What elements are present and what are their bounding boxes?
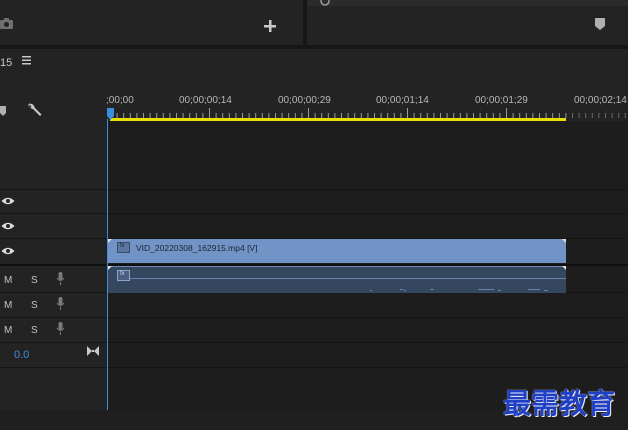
ruler-tick	[578, 113, 580, 118]
ruler-timecode: ;00;00	[106, 95, 134, 106]
ring-icon[interactable]	[319, 0, 331, 7]
eye-icon[interactable]	[1, 196, 15, 206]
watermark-logo: 最需教育	[503, 387, 616, 420]
marker-icon[interactable]	[595, 18, 606, 31]
solo-button[interactable]: S	[31, 325, 38, 336]
work-area-bar[interactable]	[110, 118, 566, 121]
audio-waveform	[130, 278, 566, 279]
ruler-tick	[618, 113, 620, 118]
track-divider	[0, 213, 628, 214]
track-divider	[0, 317, 628, 318]
fx-badge[interactable]: fx	[117, 242, 130, 253]
mute-button[interactable]: M	[4, 300, 12, 311]
wrench-icon[interactable]	[27, 102, 43, 118]
hamburger-icon[interactable]	[22, 56, 32, 65]
program-monitor-scrollbar[interactable]	[307, 0, 628, 6]
sequence-tab-label[interactable]: 15	[0, 57, 12, 69]
ruler-timecode: 00;00;00;14	[179, 95, 232, 106]
plus-icon[interactable]	[264, 20, 276, 32]
microphone-icon[interactable]	[56, 322, 65, 335]
ruler-tick	[624, 113, 626, 118]
add-marker-icon[interactable]	[0, 106, 8, 118]
ruler-tick	[605, 113, 606, 118]
camera-icon[interactable]	[0, 17, 14, 30]
ruler-tick	[591, 113, 593, 118]
track-headers	[0, 121, 107, 430]
microphone-icon[interactable]	[56, 297, 65, 310]
master-volume-value[interactable]: 0.0	[14, 349, 29, 361]
ruler-tick	[572, 113, 573, 118]
audio-waveform-peaks	[370, 289, 548, 291]
ruler-timecode: 00;00;02;14	[574, 95, 627, 106]
ruler-tick	[611, 113, 613, 118]
solo-button[interactable]: S	[31, 300, 38, 311]
program-monitor-panel	[307, 0, 628, 45]
ruler-timecode: 00;00;00;29	[278, 95, 331, 106]
video-clip-label: VID_20220308_162915.mp4 [V]	[136, 243, 258, 253]
clip-corner-marks	[108, 266, 566, 270]
solo-button[interactable]: S	[31, 275, 38, 286]
playhead-line[interactable]	[107, 119, 108, 410]
microphone-icon[interactable]	[56, 272, 65, 285]
mute-button[interactable]: M	[4, 275, 12, 286]
source-monitor-panel	[0, 0, 303, 45]
eye-icon[interactable]	[1, 246, 15, 256]
track-divider	[0, 342, 628, 343]
fx-badge[interactable]: fx	[117, 270, 130, 281]
playhead-handle[interactable]	[107, 108, 116, 121]
eye-icon[interactable]	[1, 221, 15, 231]
ruler-timecode: 00;00;01;29	[475, 95, 528, 106]
track-divider	[0, 367, 628, 368]
ruler-tick	[585, 113, 587, 118]
ruler-timecode: 00;00;01;14	[376, 95, 429, 106]
ruler-tick	[598, 113, 600, 118]
track-divider	[0, 189, 628, 190]
mute-button[interactable]: M	[4, 325, 12, 336]
bowtie-icon[interactable]	[87, 346, 99, 356]
